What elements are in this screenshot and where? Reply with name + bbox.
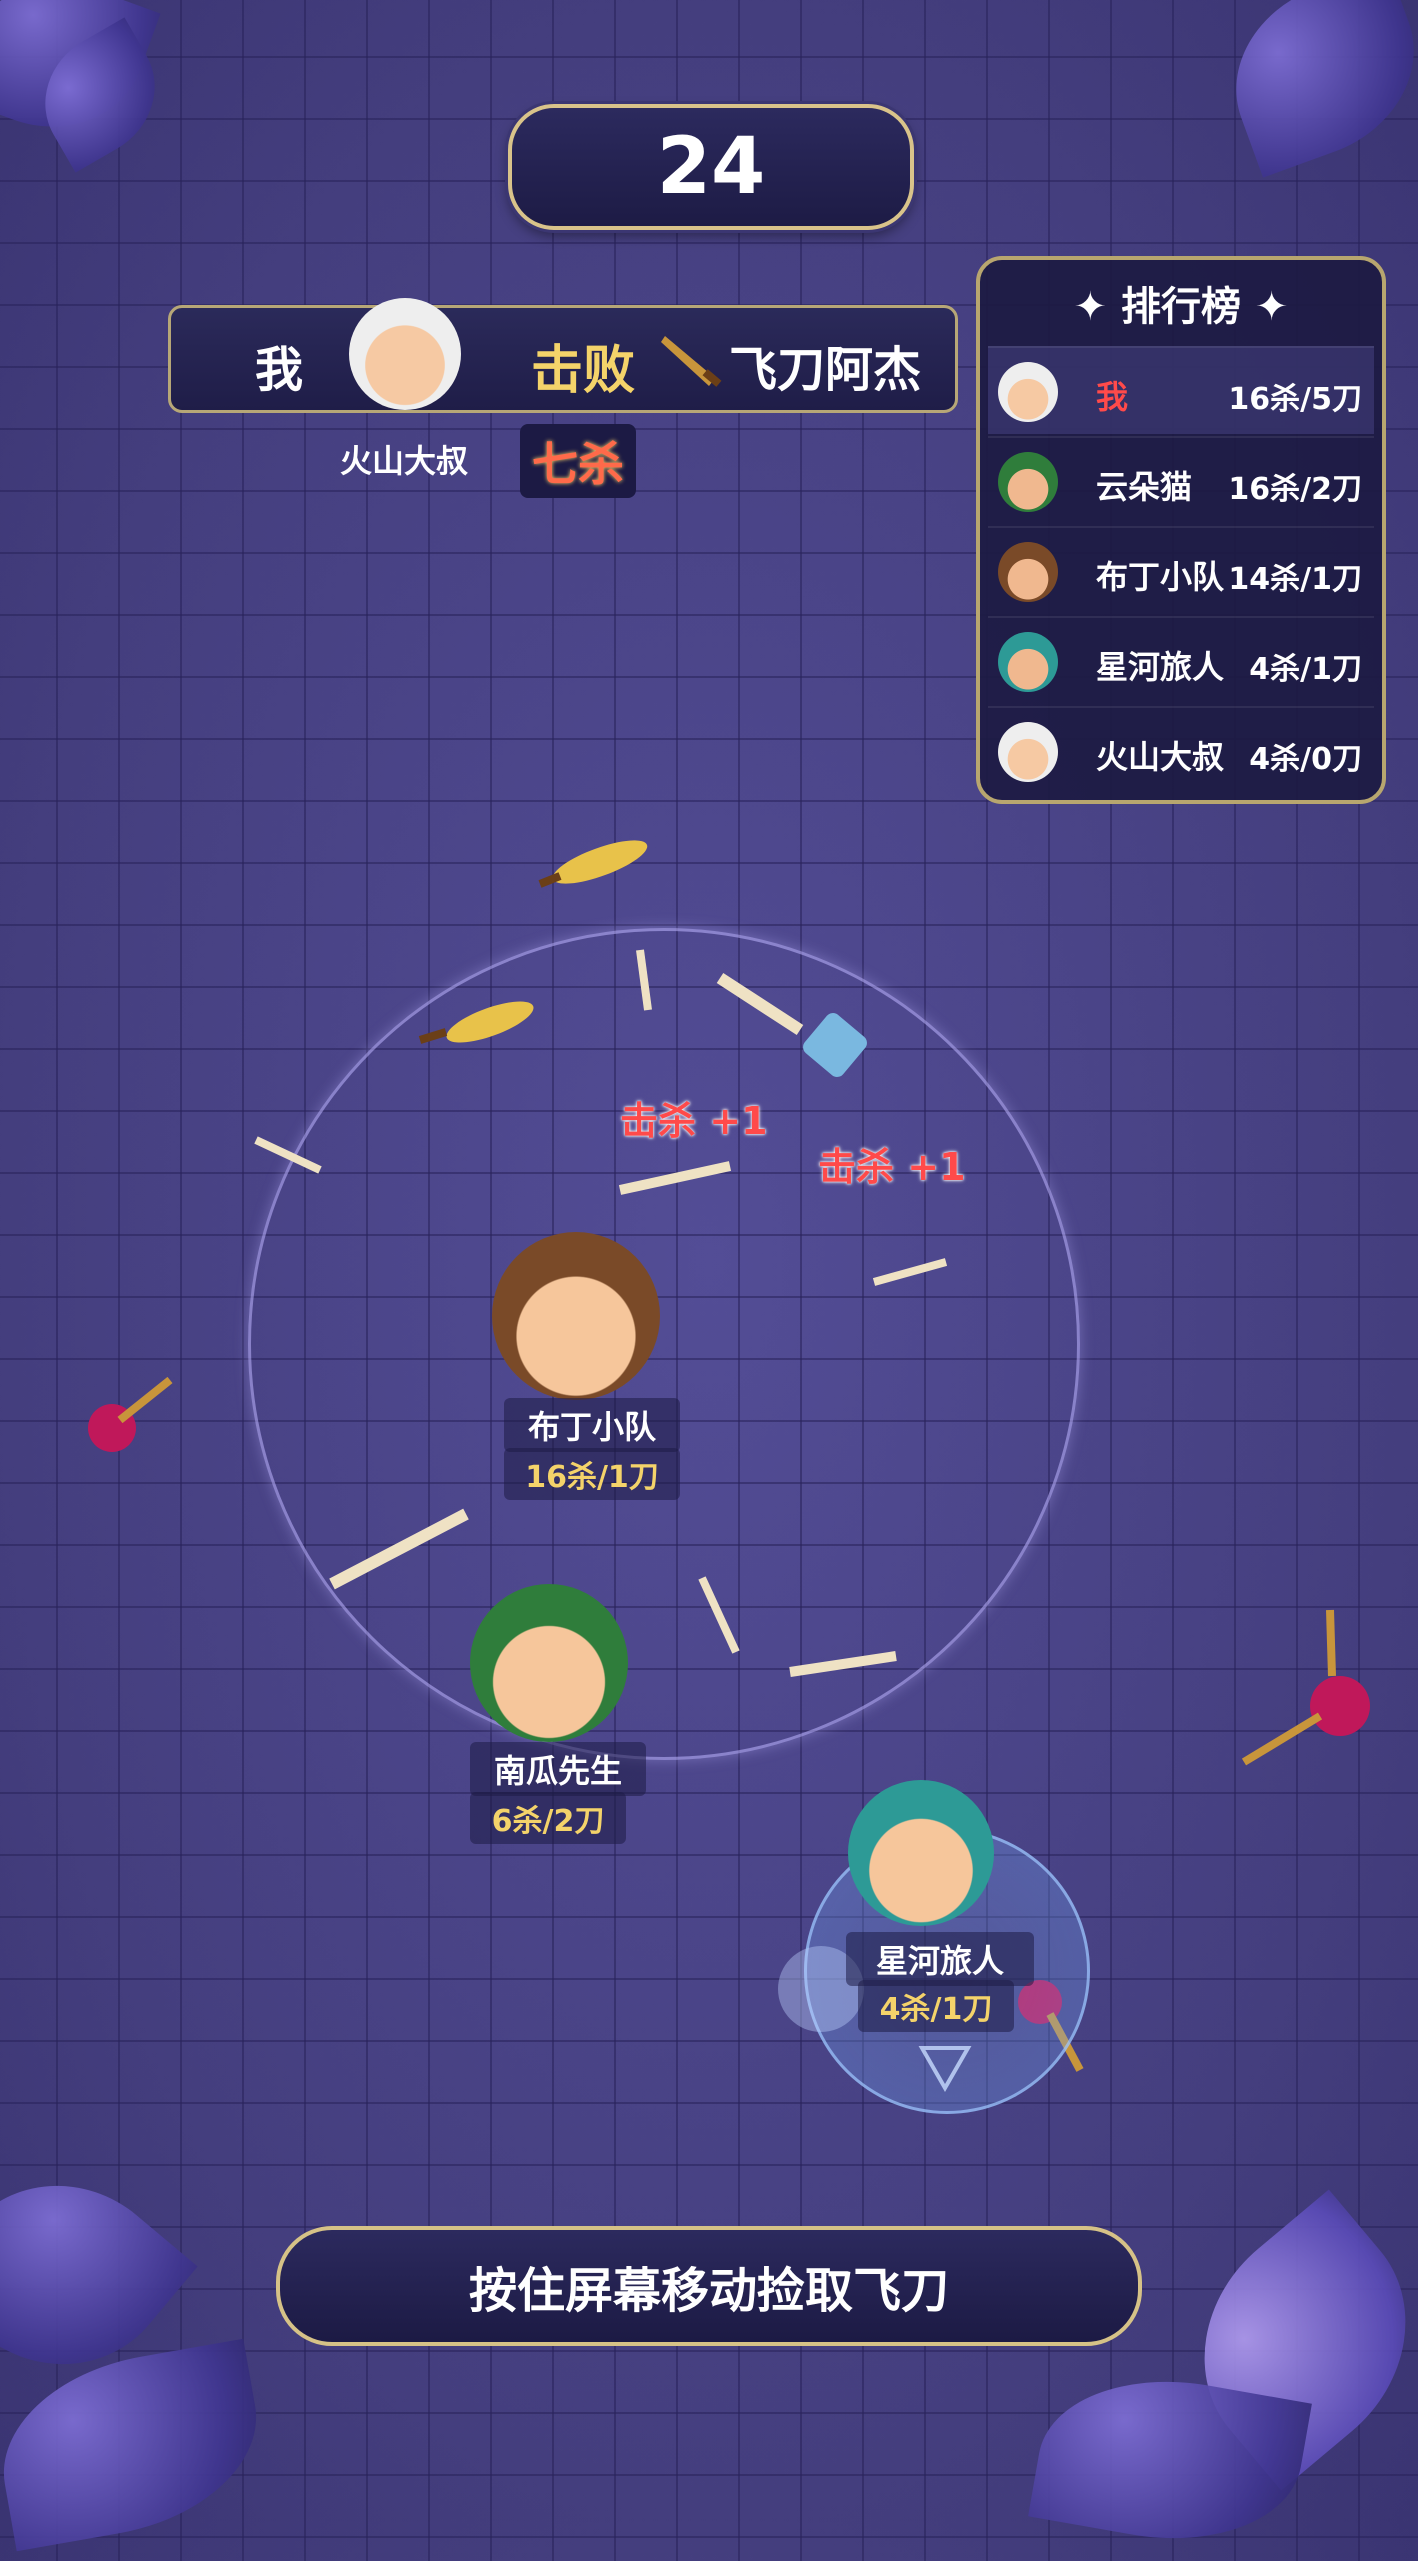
- leaderboard-name: 火山大叔: [1096, 738, 1225, 776]
- golden-feather-knife-icon: [538, 840, 648, 888]
- player-character: [470, 1584, 628, 1742]
- kill-popup: 击杀 +1: [818, 1145, 966, 1189]
- player-score-label: 4杀/1刀: [858, 1980, 1014, 2032]
- victim-name: 飞刀阿杰: [729, 342, 922, 398]
- player-avatar: [998, 542, 1058, 602]
- leaderboard-score: 14杀/1刀: [1228, 562, 1362, 597]
- corner-foliage-top-right: [1208, 0, 1418, 178]
- leaderboard-title: ✦ 排行榜 ✦: [1073, 284, 1289, 330]
- defeat-label: 击败: [531, 341, 636, 401]
- kill-feed-banner: 我 击败 飞刀阿杰: [168, 298, 958, 413]
- leaderboard-row: 云朵猫 16杀/2刀: [988, 436, 1374, 524]
- player-character: [848, 1780, 994, 1926]
- player-avatar: [998, 632, 1058, 692]
- player-avatar: [998, 722, 1058, 782]
- player-avatar: [998, 362, 1058, 422]
- killer-avatar: [349, 298, 461, 410]
- leaderboard-score: 16杀/5刀: [1228, 382, 1362, 417]
- countdown-timer: 24: [508, 104, 914, 230]
- leaderboard-name: 星河旅人: [1096, 648, 1225, 686]
- player-score-label: 6杀/2刀: [470, 1792, 626, 1844]
- leaderboard-row: 我 16杀/5刀: [988, 346, 1374, 434]
- direction-arrow-icon: [918, 2046, 972, 2092]
- leaderboard-name: 我: [1096, 378, 1129, 416]
- player-character: [492, 1232, 660, 1400]
- leaderboard-score: 4杀/0刀: [1249, 742, 1362, 777]
- potion-staff-icon: [1241, 1609, 1370, 1766]
- player-score-label: 16杀/1刀: [504, 1448, 680, 1500]
- kill-popup: 击杀 +1: [620, 1099, 768, 1143]
- player-name-label: 星河旅人: [846, 1932, 1034, 1986]
- leaderboard-name: 布丁小队: [1096, 558, 1225, 596]
- leaderboard-panel: ✦ 排行榜 ✦ 我 16杀/5刀 云朵猫 16杀/2刀 布丁小队 14杀/1刀 …: [976, 256, 1386, 804]
- leaderboard-score: 4杀/1刀: [1249, 652, 1362, 687]
- leaderboard-name: 云朵猫: [1096, 468, 1193, 506]
- streak-badge: 七杀: [520, 424, 636, 498]
- leaderboard-row: 火山大叔 4杀/0刀: [988, 706, 1374, 794]
- corner-foliage-bottom-left-2: [0, 2338, 273, 2552]
- arena-ring: [248, 928, 1080, 1760]
- player-name-label: 布丁小队: [504, 1398, 680, 1452]
- banner-subname: 火山大叔: [340, 442, 469, 480]
- player-avatar: [998, 452, 1058, 512]
- leaderboard-row: 布丁小队 14杀/1刀: [988, 526, 1374, 614]
- killer-name: 我: [255, 342, 304, 398]
- player-name-label: 南瓜先生: [470, 1742, 646, 1796]
- hint-banner: 按住屏幕移动捡取飞刀: [276, 2226, 1142, 2346]
- leaderboard-row: 星河旅人 4杀/1刀: [988, 616, 1374, 704]
- potion-staff-icon: [88, 1376, 173, 1452]
- leaderboard-score: 16杀/2刀: [1228, 472, 1362, 507]
- dagger-icon: [661, 336, 722, 387]
